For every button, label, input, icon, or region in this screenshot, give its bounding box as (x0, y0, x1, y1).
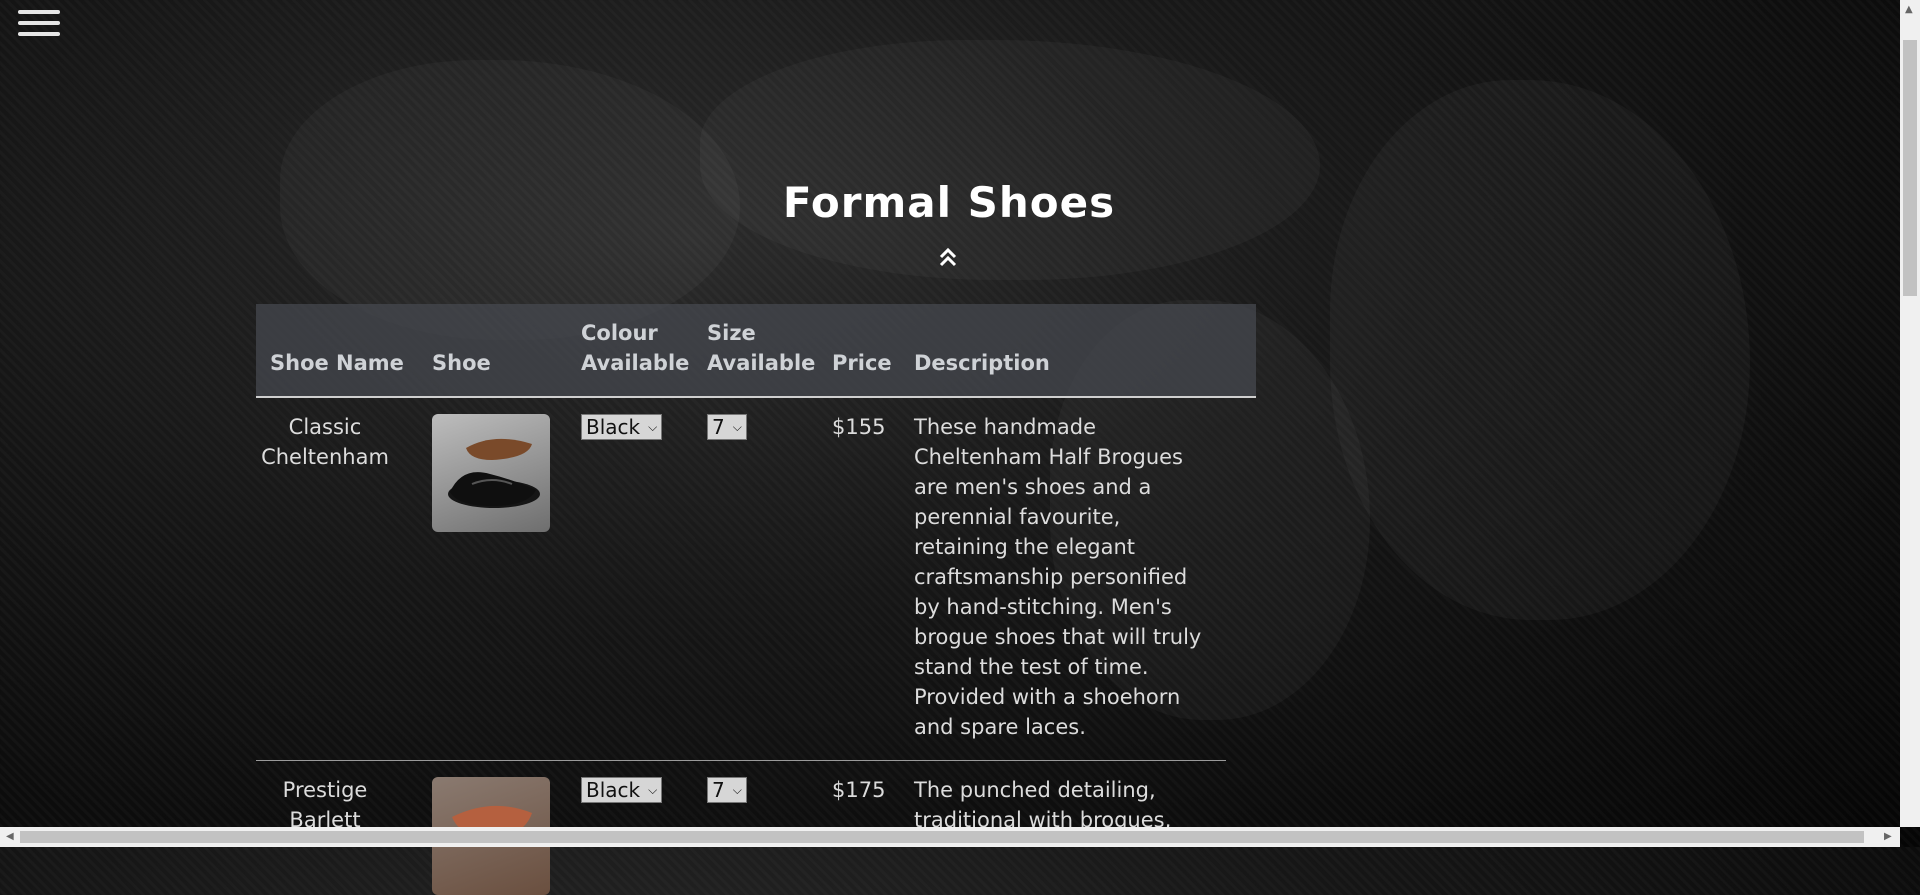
shoe-image (432, 414, 550, 532)
description: These handmade Cheltenham Half Brogues a… (914, 415, 1202, 739)
price: $155 (832, 415, 886, 439)
chevron-down-icon: ⌵ (648, 783, 658, 797)
shoe-name: Classic Cheltenham (261, 415, 389, 469)
header-price: Price (832, 351, 892, 375)
double-chevron-up-icon[interactable] (936, 245, 960, 269)
chevron-down-icon: ⌵ (648, 420, 658, 434)
description: The punched detailing, traditional with … (914, 778, 1172, 832)
horizontal-scrollbar[interactable]: ◀ ▶ (0, 827, 1900, 847)
size-select[interactable]: 7 ⌵ (707, 412, 747, 442)
horizontal-scroll-thumb[interactable] (20, 831, 1864, 843)
vertical-scroll-thumb[interactable] (1903, 40, 1917, 296)
colour-select[interactable]: Black ⌵ (581, 412, 663, 442)
page-title: Formal Shoes (782, 178, 1116, 227)
chevron-down-icon: ⌵ (732, 420, 742, 434)
shoe-name: Prestige Barlett (282, 778, 368, 832)
price: $175 (832, 778, 886, 802)
world-map-decoration (1330, 80, 1750, 620)
size-select[interactable]: 7 ⌵ (707, 775, 747, 805)
table-header: Shoe Name Shoe Colour Available Size Avail… (256, 304, 1256, 398)
chevron-down-icon: ⌵ (732, 783, 742, 797)
header-colour: Colour Available (581, 321, 690, 375)
scroll-right-arrow-icon[interactable]: ▶ (1884, 831, 1892, 842)
world-map-decoration (700, 40, 1320, 280)
header-shoe-name: Shoe Name (270, 351, 404, 375)
header-description: Description (914, 351, 1050, 375)
shoes-table: Shoe Name Shoe Colour Available Size Avail… (256, 304, 1256, 895)
table-row: Classic Cheltenham Black ⌵ 7 ⌵ $155 These h… (256, 398, 1226, 761)
vertical-scrollbar[interactable]: ▲ (1900, 0, 1920, 827)
colour-select[interactable]: Black ⌵ (581, 775, 663, 805)
header-size: Size Available (707, 321, 816, 375)
table-row: Prestige Barlett Black ⌵ 7 ⌵ $175 The punch… (256, 761, 1226, 895)
scroll-up-arrow-icon[interactable]: ▲ (1905, 4, 1913, 15)
hamburger-menu-icon[interactable] (18, 10, 60, 42)
scroll-left-arrow-icon[interactable]: ◀ (6, 831, 14, 842)
header-shoe: Shoe (432, 351, 491, 375)
